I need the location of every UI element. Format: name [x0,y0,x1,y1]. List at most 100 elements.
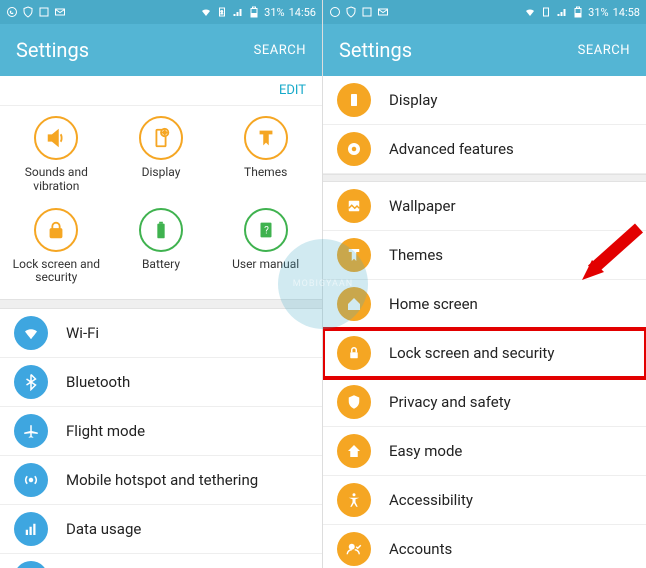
row-label: Themes [389,246,443,264]
display-icon [139,116,183,160]
battery-icon [139,208,183,252]
svg-text:2: 2 [221,10,224,16]
settings-row-flight-mode[interactable]: Flight mode [0,407,322,456]
wifi-status-icon [524,6,536,18]
row-label: Easy mode [389,442,462,460]
phone-left: 2 31% 14:56 Settings SEARCH EDIT Sounds … [0,0,323,568]
home-icon [337,287,371,321]
lock-icon [337,336,371,370]
row-label: Advanced features [389,140,514,158]
settings-row-lock-screen-security[interactable]: Lock screen and security [323,329,646,378]
app-header: Settings SEARCH [0,24,322,76]
signal-icon [232,6,244,18]
quick-label: Themes [244,166,287,180]
lock-icon [34,208,78,252]
battery-icon [572,6,584,18]
quick-label: User manual [232,258,299,272]
status-time: 14:58 [613,6,640,19]
settings-row-sim[interactable]: SIM card manager [0,554,322,568]
svg-text:?: ? [264,225,269,236]
row-label: Accessibility [389,491,473,509]
themes-icon [244,116,288,160]
section-divider [323,174,646,182]
row-label: Data usage [66,520,141,538]
page-title: Settings [16,38,89,62]
wifi-icon [14,316,48,350]
quick-sounds-vibration[interactable]: Sounds and vibration [4,116,109,194]
settings-row-data-usage[interactable]: Data usage [0,505,322,554]
privacy-icon [337,385,371,419]
row-label: Wallpaper [389,197,456,215]
row-label: Mobile hotspot and tethering [66,471,258,489]
sound-icon [34,116,78,160]
status-bar: 2 31% 14:56 [0,0,322,24]
shield-icon [345,6,357,18]
wallpaper-icon [337,189,371,223]
shield-icon [22,6,34,18]
bluetooth-icon [14,365,48,399]
settings-row-wifi[interactable]: Wi-Fi [0,309,322,358]
mail-icon [54,6,66,18]
quick-user-manual[interactable]: ? User manual [213,208,318,286]
settings-row-hotspot[interactable]: Mobile hotspot and tethering [0,456,322,505]
settings-row-advanced-features[interactable]: Advanced features [323,125,646,174]
settings-row-themes[interactable]: Themes [323,231,646,280]
settings-row-privacy-safety[interactable]: Privacy and safety [323,378,646,427]
wifi-status-icon [200,6,212,18]
screenshot-icon [361,6,373,18]
row-label: Home screen [389,295,478,313]
edit-label: EDIT [279,83,306,98]
hotspot-icon [14,463,48,497]
settings-row-accounts[interactable]: Accounts [323,525,646,568]
whatsapp-icon [6,6,18,18]
quick-battery[interactable]: Battery [109,208,214,286]
signal-icon [556,6,568,18]
row-label: Privacy and safety [389,393,511,411]
quick-label: Lock screen and security [6,258,106,286]
settings-list: Wi-Fi Bluetooth Flight mode Mobile hotsp… [0,309,322,568]
themes-icon [337,238,371,272]
quick-label: Display [142,166,181,180]
accounts-icon [337,532,371,566]
display-icon [337,83,371,117]
manual-icon: ? [244,208,288,252]
quick-themes[interactable]: Themes [213,116,318,194]
settings-list: Display Advanced features Wallpaper Them… [323,76,646,568]
battery-percent: 31% [588,6,608,19]
row-label: Accounts [389,540,452,558]
mail-icon [377,6,389,18]
advanced-icon [337,132,371,166]
status-bar: 31% 14:58 [323,0,646,24]
screenshot-icon [38,6,50,18]
app-header: Settings SEARCH [323,24,646,76]
quick-settings-grid: Sounds and vibration Display Themes Lock… [0,106,322,299]
row-label: Flight mode [66,422,145,440]
search-button[interactable]: SEARCH [254,43,306,58]
quick-lock-screen-security[interactable]: Lock screen and security [4,208,109,286]
row-label: Display [389,91,437,109]
page-title: Settings [339,38,412,62]
sim-status-icon: 2 [216,6,228,18]
settings-row-easy-mode[interactable]: Easy mode [323,427,646,476]
easy-icon [337,434,371,468]
battery-icon [248,6,260,18]
accessibility-icon [337,483,371,517]
settings-row-accessibility[interactable]: Accessibility [323,476,646,525]
flight-icon [14,414,48,448]
search-button[interactable]: SEARCH [578,43,630,58]
quick-display[interactable]: Display [109,116,214,194]
status-time: 14:56 [289,6,316,19]
quick-label: Sounds and vibration [6,166,106,194]
settings-row-wallpaper[interactable]: Wallpaper [323,182,646,231]
settings-row-bluetooth[interactable]: Bluetooth [0,358,322,407]
row-label: Wi-Fi [66,324,99,342]
settings-row-home-screen[interactable]: Home screen [323,280,646,329]
sim-icon [14,561,48,568]
settings-row-display[interactable]: Display [323,76,646,125]
sim-status-icon [540,6,552,18]
phone-right: 31% 14:58 Settings SEARCH Display Advanc… [323,0,646,568]
data-icon [14,512,48,546]
battery-percent: 31% [264,6,284,19]
edit-button[interactable]: EDIT [0,76,322,106]
section-divider [0,299,322,309]
